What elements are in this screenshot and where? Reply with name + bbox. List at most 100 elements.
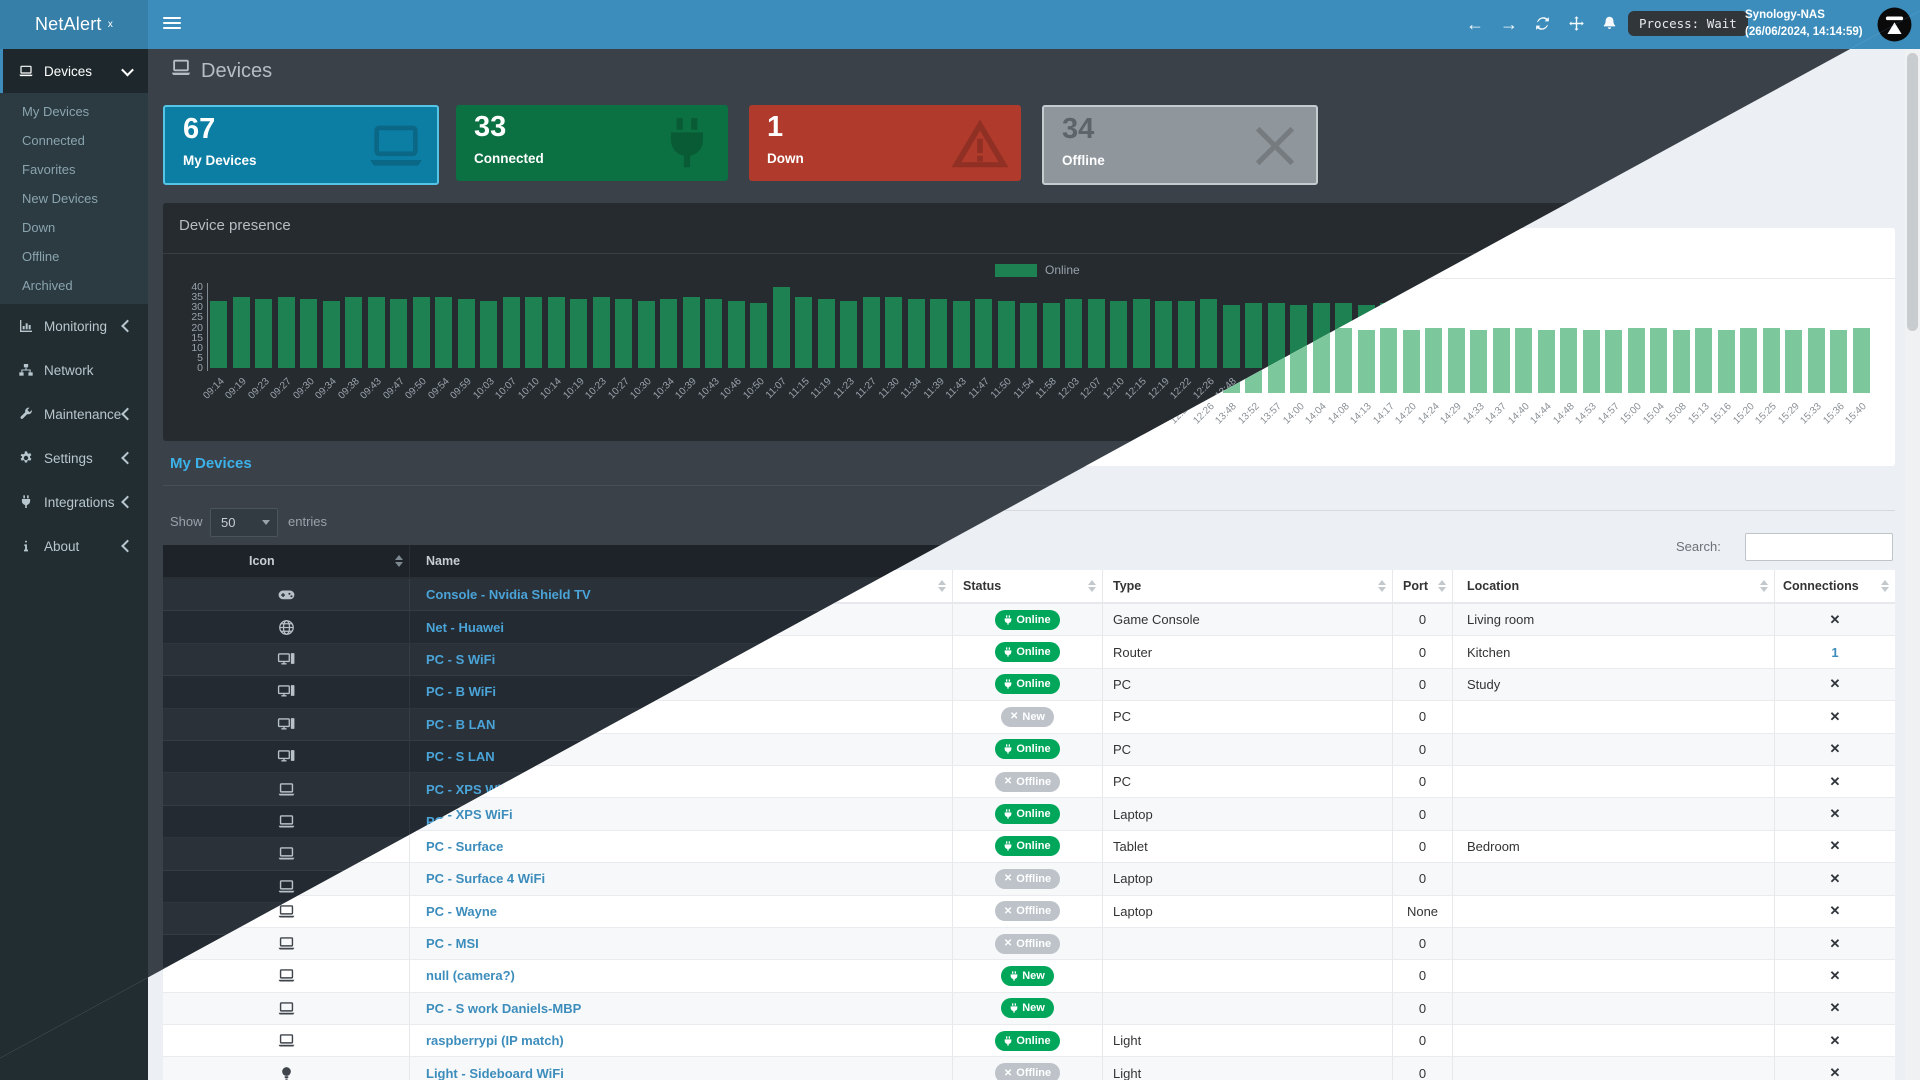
sidebar-item-monitoring[interactable]: Monitoring <box>0 304 148 348</box>
sidebar-subitem-my-devices[interactable]: My Devices <box>0 97 148 126</box>
bar <box>1020 303 1037 368</box>
entries-label: entries <box>288 514 327 529</box>
stat-card-my-devices[interactable]: 67My Devices <box>163 105 439 185</box>
brand-sup: x <box>108 19 113 30</box>
device-name-link[interactable]: PC - MSI <box>426 911 479 926</box>
no-connections-mark: ✕ <box>1830 781 1841 797</box>
column-header-label: Location <box>1467 554 1519 568</box>
device-type: PC <box>1113 684 1131 699</box>
bar <box>1155 301 1172 368</box>
device-type: PC <box>1113 652 1131 667</box>
device-row: Light - Sideboard WiFi✕OfflineLight0✕ <box>163 1032 1895 1064</box>
nav-forward-arrow-icon[interactable]: → <box>1498 13 1520 35</box>
sidebar-item-settings[interactable]: Settings <box>0 436 148 480</box>
column-header-connections[interactable]: Connections <box>1775 545 1895 577</box>
device-name-link[interactable]: PC - XPS WiFi <box>426 782 513 797</box>
stat-card-down[interactable]: 1Down <box>749 105 1021 181</box>
column-header-label: Icon <box>249 554 275 568</box>
bar <box>593 297 610 368</box>
sidebar-item-devices[interactable]: Devices <box>0 49 148 93</box>
bell-icon[interactable] <box>1598 13 1620 35</box>
connections-link[interactable]: 1 <box>1831 620 1838 635</box>
device-name-link[interactable]: PC - B LAN <box>426 717 495 732</box>
search-input[interactable] <box>1745 508 1893 536</box>
desktop-icon <box>277 747 296 766</box>
process-status-badge[interactable]: Process: Wait <box>1628 11 1748 36</box>
sidebar-subitem-down[interactable]: Down <box>0 213 148 242</box>
sidebar-subitem-offline[interactable]: Offline <box>0 242 148 271</box>
device-name-link[interactable]: raspberrypi (IP match) <box>426 1008 564 1023</box>
sidebar-subitem-connected[interactable]: Connected <box>0 126 148 155</box>
sidebar-item-label: Monitoring <box>44 319 107 334</box>
device-row: PC - MSI✕Offline0✕ <box>163 903 1895 935</box>
nav-back-arrow-icon[interactable]: ← <box>1464 13 1486 35</box>
status-text: Offline <box>1016 1042 1051 1054</box>
device-name-link[interactable]: null (camera?) <box>426 943 515 958</box>
chart-legend[interactable]: Online <box>995 263 1080 277</box>
sort-icon[interactable] <box>1881 554 1889 568</box>
tab-my-devices[interactable]: My Devices <box>170 455 252 472</box>
user-avatar[interactable] <box>1876 6 1913 43</box>
device-port: 0 <box>1419 911 1426 926</box>
bar <box>1493 303 1510 368</box>
no-connections-mark: ✕ <box>1830 684 1841 700</box>
no-connections-mark: ✕ <box>1830 1073 1841 1080</box>
refresh-icon[interactable] <box>1531 13 1553 35</box>
column-header-name[interactable]: Name <box>410 545 953 577</box>
sidebar-item-integrations[interactable]: Integrations <box>0 480 148 524</box>
device-name-link[interactable]: PC - S work Daniels-MBP <box>426 976 581 991</box>
bar <box>1178 301 1195 368</box>
sort-icon[interactable] <box>1760 554 1768 568</box>
column-header-icon[interactable]: Icon <box>163 545 410 577</box>
bar <box>615 299 632 368</box>
device-name-link[interactable]: PC - Surface <box>426 814 503 829</box>
device-name-link[interactable]: PC - B WiFi <box>426 684 496 699</box>
sidebar-subitem-favorites[interactable]: Favorites <box>0 155 148 184</box>
move-icon[interactable] <box>1565 13 1587 35</box>
stat-value: 1 <box>767 111 783 144</box>
sidebar-subitem-new-devices[interactable]: New Devices <box>0 184 148 213</box>
brand-logo[interactable]: NetAlert x <box>0 0 148 49</box>
device-name-link[interactable]: PC - Surface 4 WiFi <box>426 846 545 861</box>
gamepad-icon <box>277 585 296 604</box>
sidebar-item-maintenance[interactable]: Maintenance <box>0 392 148 436</box>
plug-icon <box>1010 946 1018 956</box>
stat-card-connected[interactable]: 33Connected <box>456 105 728 181</box>
status-badge: ✕Offline <box>995 747 1060 767</box>
device-name-link[interactable]: Light - bedside B WiFi <box>426 1073 562 1080</box>
column-header-type[interactable]: Type <box>1103 545 1393 577</box>
device-name-link[interactable]: Console - Nvidia Shield TV <box>426 587 591 602</box>
sort-icon[interactable] <box>395 554 403 568</box>
device-name-link[interactable]: PC - S LAN <box>426 749 495 764</box>
sort-icon[interactable] <box>1088 554 1096 568</box>
column-header-port[interactable]: Port <box>1393 545 1453 577</box>
status-text: Online <box>1016 589 1050 601</box>
device-name-link[interactable]: PC - Wayne <box>426 879 497 894</box>
plug-icon <box>1004 654 1012 664</box>
chart-title: Device presence <box>179 217 291 234</box>
status-text: Online <box>1016 1010 1050 1022</box>
sidebar-item-network[interactable]: Network <box>0 348 148 392</box>
page-size-select[interactable]: 50 <box>210 508 278 537</box>
device-name-link[interactable]: PC - S WiFi <box>426 652 495 667</box>
device-name-link[interactable]: Net - Huawei <box>426 620 504 635</box>
device-row: PC - B WiFi✕NewPC0✕ <box>163 676 1895 708</box>
column-header-location[interactable]: Location <box>1453 545 1775 577</box>
laptop-icon <box>277 877 296 896</box>
column-header-status[interactable]: Status <box>953 545 1103 577</box>
sort-icon[interactable] <box>1378 554 1386 568</box>
hamburger-menu-icon[interactable] <box>163 17 181 31</box>
bar <box>1065 299 1082 368</box>
sidebar-subitem-archived[interactable]: Archived <box>0 271 148 300</box>
device-name-link[interactable]: Light - Sideboard WiFi <box>426 1041 564 1056</box>
no-connections-mark: ✕ <box>1830 1008 1841 1024</box>
sort-icon[interactable] <box>938 554 946 568</box>
bar <box>1718 305 1735 368</box>
sidebar-item-about[interactable]: About <box>0 524 148 568</box>
host-name: Synology-NAS <box>1745 7 1863 24</box>
laptop-icon <box>277 780 296 799</box>
sort-icon[interactable] <box>1438 554 1446 568</box>
bar <box>300 299 317 368</box>
laptop-icon <box>277 974 296 993</box>
stat-card-offline[interactable]: 34Offline <box>1042 105 1318 185</box>
